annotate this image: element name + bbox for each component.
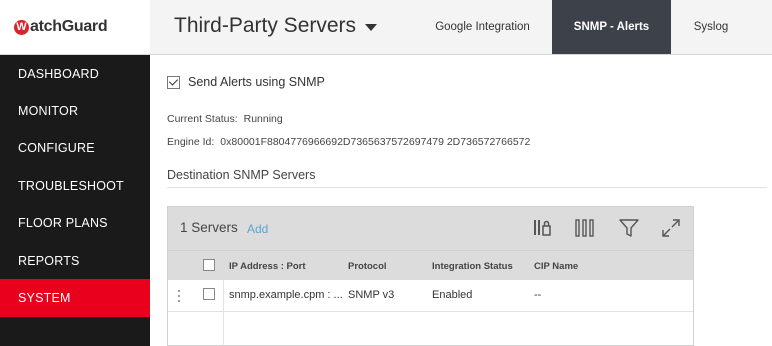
grid-header: 1 Servers Add bbox=[168, 207, 693, 250]
engine-id: Engine Id: 0x80001F8804776966692D73656375… bbox=[167, 136, 530, 148]
sidebar-item-troubleshoot[interactable]: TROUBLESHOOT bbox=[0, 167, 150, 204]
cell-ip: snmp.example.cpm : ... bbox=[229, 289, 343, 301]
server-count: 1 Servers bbox=[180, 220, 238, 235]
caret-down-icon bbox=[365, 24, 378, 31]
column-header-cip[interactable]: CIP Name bbox=[534, 261, 578, 272]
column-lock-icon[interactable] bbox=[532, 217, 554, 239]
engine-id-value: 0x80001F8804776966692D7365637572697479 2… bbox=[220, 136, 531, 148]
cell-status: Enabled bbox=[432, 289, 473, 301]
filter-icon[interactable] bbox=[618, 217, 640, 239]
column-header-protocol[interactable]: Protocol bbox=[348, 261, 387, 272]
column-headers: IP Address : Port Protocol Integration S… bbox=[168, 250, 693, 280]
select-all-checkbox[interactable] bbox=[203, 259, 215, 271]
logo[interactable]: W atchGuard bbox=[0, 0, 150, 55]
column-header-ip[interactable]: IP Address : Port bbox=[229, 261, 306, 272]
current-status-value: Running bbox=[243, 113, 283, 125]
tab-syslog[interactable]: Syslog bbox=[671, 0, 751, 54]
tab-google-integration[interactable]: Google Integration bbox=[420, 0, 545, 54]
main-content: Send Alerts using SNMP Current Status: Ru… bbox=[150, 55, 772, 346]
tab-snmp-alerts[interactable]: SNMP - Alerts bbox=[552, 0, 671, 54]
cell-cip: -- bbox=[534, 289, 542, 301]
column-divider bbox=[223, 280, 224, 346]
sidebar-item-dashboard[interactable]: DASHBOARD bbox=[0, 55, 150, 92]
expand-icon[interactable] bbox=[660, 217, 682, 239]
sidebar-item-system[interactable]: SYSTEM bbox=[0, 279, 150, 317]
section-title: Destination SNMP Servers bbox=[167, 168, 316, 182]
current-status: Current Status: Running bbox=[167, 113, 283, 125]
sidebar-item-floor-plans[interactable]: FLOOR PLANS bbox=[0, 205, 150, 242]
sidebar-item-reports[interactable]: REPORTS bbox=[0, 242, 150, 279]
row-checkbox[interactable] bbox=[203, 288, 215, 300]
cell-protocol: SNMP v3 bbox=[348, 289, 395, 301]
servers-grid: 1 Servers Add IP Address: Port Protocol… bbox=[167, 206, 694, 346]
top-bar: Third-Party Servers Google Integration S… bbox=[150, 0, 772, 55]
logo-mark: W bbox=[14, 19, 29, 35]
page-title: Third-Party Servers bbox=[174, 14, 357, 37]
drag-handle-icon[interactable] bbox=[177, 289, 181, 303]
current-status-label: Current Status: bbox=[167, 113, 238, 125]
engine-id-label: Engine Id: bbox=[167, 136, 215, 148]
sidebar-item-configure[interactable]: CONFIGURE bbox=[0, 130, 150, 167]
add-server-link[interactable]: Add bbox=[247, 222, 268, 236]
column-header-status[interactable]: Integration Status bbox=[432, 261, 513, 272]
sidebar-item-monitor[interactable]: MONITOR bbox=[0, 92, 150, 129]
send-alerts-label: Send Alerts using SNMP bbox=[188, 75, 325, 89]
check-icon bbox=[168, 76, 179, 86]
send-alerts-checkbox[interactable] bbox=[167, 75, 180, 89]
table-row[interactable]: snmp.example.cpm : ... SNMP v3 Enabled -… bbox=[168, 280, 693, 312]
columns-icon[interactable] bbox=[574, 217, 596, 239]
page-title-dropdown[interactable]: Third-Party Servers bbox=[174, 14, 378, 38]
sidebar: W atchGuard DASHBOARD MONITOR CONFIGURE … bbox=[0, 0, 150, 346]
send-alerts-row: Send Alerts using SNMP bbox=[167, 75, 325, 89]
logo-text: atchGuard bbox=[30, 18, 108, 35]
divider bbox=[167, 187, 767, 188]
